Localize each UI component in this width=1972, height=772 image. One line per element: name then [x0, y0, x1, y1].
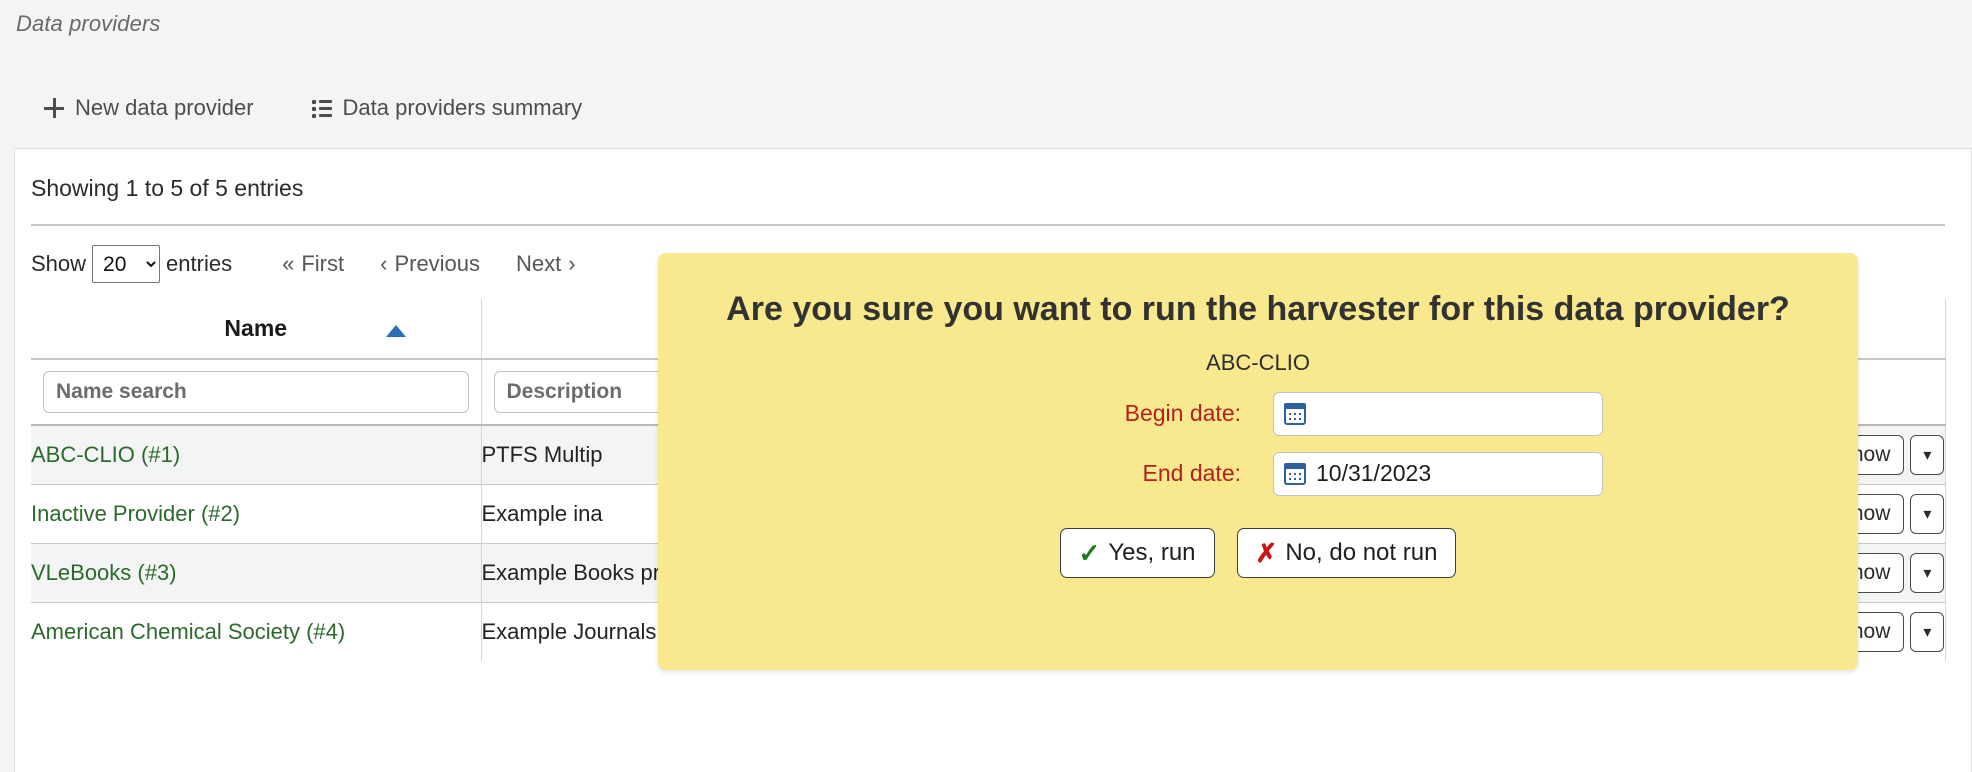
dialog-buttons: ✓ Yes, run ✗ No, do not run — [658, 528, 1858, 578]
end-date-label: End date: — [913, 460, 1273, 487]
pagination-previous-label: Previous — [394, 251, 480, 277]
column-header-name[interactable]: Name — [31, 299, 481, 359]
provider-link[interactable]: VLeBooks (#3) — [31, 560, 177, 585]
pagination-first-label: First — [301, 251, 344, 277]
pagination-next[interactable]: Next › — [498, 247, 594, 281]
provider-link[interactable]: Inactive Provider (#2) — [31, 501, 240, 526]
calendar-icon[interactable] — [1284, 463, 1306, 485]
sort-ascending-icon — [386, 325, 406, 337]
confirm-run-button[interactable]: ✓ Yes, run — [1060, 528, 1215, 578]
chevron-down-icon: ▾ — [1923, 504, 1931, 524]
run-options-dropdown-button[interactable]: ▾ — [1910, 553, 1944, 593]
pagination-first[interactable]: « First — [264, 247, 362, 281]
provider-link[interactable]: American Chemical Society (#4) — [31, 619, 345, 644]
chevron-left-icon: ‹ — [380, 253, 387, 275]
pagination-previous[interactable]: ‹ Previous — [362, 247, 498, 281]
run-options-dropdown-button[interactable]: ▾ — [1910, 435, 1944, 475]
calendar-icon[interactable] — [1284, 403, 1306, 425]
dialog-provider-name: ABC-CLIO — [658, 350, 1858, 376]
run-harvester-confirm-dialog: Are you sure you want to run the harvest… — [658, 253, 1858, 670]
cancel-run-label: No, do not run — [1285, 539, 1437, 567]
end-date-value: 10/31/2023 — [1316, 460, 1431, 487]
new-data-provider-button[interactable]: New data provider — [34, 88, 264, 128]
pagination: « First ‹ Previous Next › — [264, 247, 594, 281]
end-date-row: End date: 10/31/2023 — [658, 452, 1858, 496]
close-icon: ✗ — [1256, 540, 1278, 566]
double-chevron-left-icon: « — [282, 253, 294, 275]
confirm-run-label: Yes, run — [1108, 539, 1195, 567]
show-label: Show — [31, 251, 86, 277]
chevron-right-icon: › — [568, 253, 575, 275]
chevron-down-icon: ▾ — [1923, 445, 1931, 465]
toolbar: New data provider Data providers summary — [0, 68, 1972, 148]
provider-link[interactable]: ABC-CLIO (#1) — [31, 442, 180, 467]
begin-date-row: Begin date: — [658, 392, 1858, 436]
begin-date-label: Begin date: — [913, 400, 1273, 427]
end-date-field[interactable]: 10/31/2023 — [1273, 452, 1603, 496]
filter-cell-name — [31, 359, 481, 425]
page-length-select[interactable]: 10 20 50 100 — [92, 245, 160, 283]
cancel-run-button[interactable]: ✗ No, do not run — [1237, 528, 1457, 578]
run-options-dropdown-button[interactable]: ▾ — [1910, 494, 1944, 534]
check-icon: ✓ — [1079, 540, 1101, 566]
new-data-provider-label: New data provider — [75, 95, 254, 121]
data-providers-summary-button[interactable]: Data providers summary — [302, 88, 593, 128]
breadcrumb: Data providers — [16, 11, 160, 37]
begin-date-field[interactable] — [1273, 392, 1603, 436]
chevron-down-icon: ▾ — [1923, 622, 1931, 642]
name-search-input[interactable] — [43, 371, 469, 413]
cell-name: Inactive Provider (#2) — [31, 484, 481, 543]
cell-name: American Chemical Society (#4) — [31, 602, 481, 661]
data-providers-page: Data providers New data provider Data pr… — [0, 0, 1972, 772]
table-info: Showing 1 to 5 of 5 entries — [31, 175, 303, 202]
table-controls: Show 10 20 50 100 entries « First ‹ Prev… — [31, 239, 594, 289]
cell-name: ABC-CLIO (#1) — [31, 425, 481, 484]
list-icon — [312, 100, 332, 117]
chevron-down-icon: ▾ — [1923, 563, 1931, 583]
plus-icon — [44, 98, 64, 118]
entries-label: entries — [166, 251, 232, 277]
cell-name: VLeBooks (#3) — [31, 543, 481, 602]
run-options-dropdown-button[interactable]: ▾ — [1910, 612, 1944, 652]
pagination-next-label: Next — [516, 251, 561, 277]
data-providers-summary-label: Data providers summary — [343, 95, 583, 121]
dialog-title: Are you sure you want to run the harvest… — [714, 289, 1802, 330]
divider — [31, 224, 1945, 226]
column-header-name-label: Name — [224, 315, 287, 341]
